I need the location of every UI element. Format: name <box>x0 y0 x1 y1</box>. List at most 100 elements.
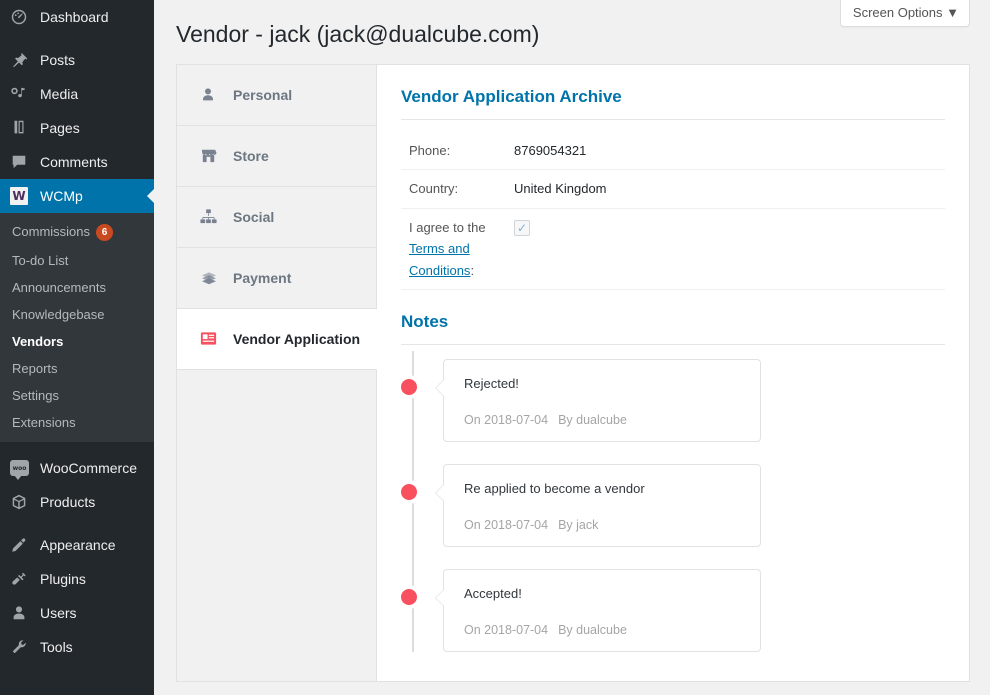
note-text: Rejected! <box>464 376 746 413</box>
id-card-icon <box>199 329 221 348</box>
sidebar-item-products[interactable]: Products <box>0 485 154 519</box>
appearance-icon <box>10 535 36 555</box>
tab-store[interactable]: Store <box>177 126 376 187</box>
note-date: On 2018-07-04 <box>464 623 548 637</box>
tab-label: Store <box>233 148 269 164</box>
products-icon <box>10 492 36 512</box>
screen-meta-links: Screen Options ▼ <box>840 0 970 27</box>
notes-timeline: Rejected! On 2018-07-04 By dualcube Re ap… <box>401 359 945 652</box>
store-icon <box>199 146 221 165</box>
notes-divider <box>401 344 945 345</box>
tab-personal[interactable]: Personal <box>177 65 376 126</box>
note-bubble: Accepted! On 2018-07-04 By dualcube <box>443 569 761 652</box>
sidebar-item-comments[interactable]: Comments <box>0 145 154 179</box>
note-text: Accepted! <box>464 586 746 623</box>
vendor-detail-panel: Personal Store Social <box>176 64 970 682</box>
field-value: United Kingdom <box>514 178 607 199</box>
submenu-item-settings[interactable]: Settings <box>0 382 154 409</box>
sidebar-item-label: WCMp <box>36 188 83 204</box>
users-icon <box>10 603 36 623</box>
submenu-item-announcements[interactable]: Announcements <box>0 274 154 301</box>
terms-and-conditions-link[interactable]: Terms and Conditions <box>409 241 470 277</box>
sidebar-item-media[interactable]: Media <box>0 77 154 111</box>
note-meta: On 2018-07-04By jack <box>464 518 746 532</box>
check-icon: ✓ <box>517 222 527 234</box>
terms-suffix: : <box>470 263 474 278</box>
timeline-dot-icon <box>401 484 417 500</box>
tab-social[interactable]: Social <box>177 187 376 248</box>
sidebar-item-label: Users <box>36 605 77 621</box>
note-item: Rejected! On 2018-07-04 By dualcube <box>443 359 761 442</box>
sidebar-item-wcmp[interactable]: W WCMp <box>0 179 154 213</box>
submenu-item-vendors[interactable]: Vendors <box>0 328 154 355</box>
note-author: By dualcube <box>558 413 627 427</box>
vendor-application-content: Vendor Application Archive Phone: 876905… <box>377 65 969 681</box>
commissions-badge: 6 <box>96 224 113 241</box>
note-item: Accepted! On 2018-07-04 By dualcube <box>443 569 761 652</box>
sidebar-item-appearance[interactable]: Appearance <box>0 528 154 562</box>
sidebar-item-dashboard[interactable]: Dashboard <box>0 0 154 34</box>
submenu-item-todo-list[interactable]: To-do List <box>0 247 154 274</box>
wcmp-submenu: Commissions 6 To-do List Announcements Kn… <box>0 213 154 442</box>
tab-payment[interactable]: Payment <box>177 248 376 309</box>
sidebar-item-tools[interactable]: Tools <box>0 630 154 664</box>
sidebar-item-posts[interactable]: Posts <box>0 43 154 77</box>
note-meta: On 2018-07-04 By dualcube <box>464 623 746 637</box>
sidebar-item-plugins[interactable]: Plugins <box>0 562 154 596</box>
note-date: On 2018-07-04 <box>464 413 548 427</box>
note-text: Re applied to become a vendor <box>464 481 746 518</box>
sidebar-item-label: Media <box>36 86 78 102</box>
field-row-terms: I agree to the Terms and Conditions: ✓ <box>401 209 945 290</box>
sidebar-item-label: WooCommerce <box>36 460 137 476</box>
wcmp-logo-icon: W <box>10 186 36 206</box>
money-stack-icon <box>199 268 221 288</box>
sidebar-item-users[interactable]: Users <box>0 596 154 630</box>
timeline-dot-icon <box>401 379 417 395</box>
tab-label: Vendor Application <box>233 331 360 347</box>
tab-label: Payment <box>233 270 291 286</box>
note-bubble: Re applied to become a vendor On 2018-07… <box>443 464 761 547</box>
note-author: By dualcube <box>558 623 627 637</box>
sidebar-item-label: Appearance <box>36 537 116 553</box>
field-row-phone: Phone: 8769054321 <box>401 132 945 170</box>
sidebar-item-label: Dashboard <box>36 9 109 25</box>
dashboard-icon <box>10 7 36 27</box>
section-title-application: Vendor Application Archive <box>401 87 945 119</box>
field-label: Phone: <box>409 140 514 161</box>
note-meta: On 2018-07-04 By dualcube <box>464 413 746 427</box>
menu-separator <box>0 442 154 451</box>
vendor-tabs: Personal Store Social <box>177 65 377 681</box>
tab-vendor-application[interactable]: Vendor Application <box>177 309 377 370</box>
main-content: Screen Options ▼ Vendor - jack (jack@dua… <box>154 0 990 695</box>
submenu-item-commissions[interactable]: Commissions 6 <box>0 218 154 247</box>
sidebar-item-woocommerce[interactable]: woo WooCommerce <box>0 451 154 485</box>
sidebar-item-label: Comments <box>36 154 108 170</box>
terms-agree-checkbox[interactable]: ✓ <box>514 220 530 236</box>
terms-prefix: I agree to the <box>409 220 486 235</box>
note-item: Re applied to become a vendor On 2018-07… <box>443 464 761 547</box>
screen-options-button[interactable]: Screen Options ▼ <box>840 0 970 27</box>
sidebar-item-label: Products <box>36 494 95 510</box>
timeline-dot-icon <box>401 589 417 605</box>
field-value: 8769054321 <box>514 140 586 161</box>
submenu-item-knowledgebase[interactable]: Knowledgebase <box>0 301 154 328</box>
comment-icon <box>10 152 36 172</box>
tab-label: Personal <box>233 87 292 103</box>
section-title-notes: Notes <box>401 290 945 344</box>
field-label-terms: I agree to the Terms and Conditions: <box>409 217 514 281</box>
tab-label: Social <box>233 209 274 225</box>
plugins-icon <box>10 569 36 589</box>
admin-sidebar: Dashboard Posts Media Pages Commen <box>0 0 154 695</box>
sidebar-item-pages[interactable]: Pages <box>0 111 154 145</box>
menu-separator <box>0 34 154 43</box>
sidebar-item-label: Posts <box>36 52 75 68</box>
note-author: By jack <box>558 518 598 532</box>
submenu-item-reports[interactable]: Reports <box>0 355 154 382</box>
submenu-item-label: Commissions <box>12 224 90 239</box>
field-row-country: Country: United Kingdom <box>401 170 945 208</box>
section-divider <box>401 119 945 120</box>
woocommerce-icon: woo <box>10 458 36 478</box>
submenu-item-extensions[interactable]: Extensions <box>0 409 154 436</box>
menu-separator <box>0 519 154 528</box>
pages-icon <box>10 118 36 138</box>
